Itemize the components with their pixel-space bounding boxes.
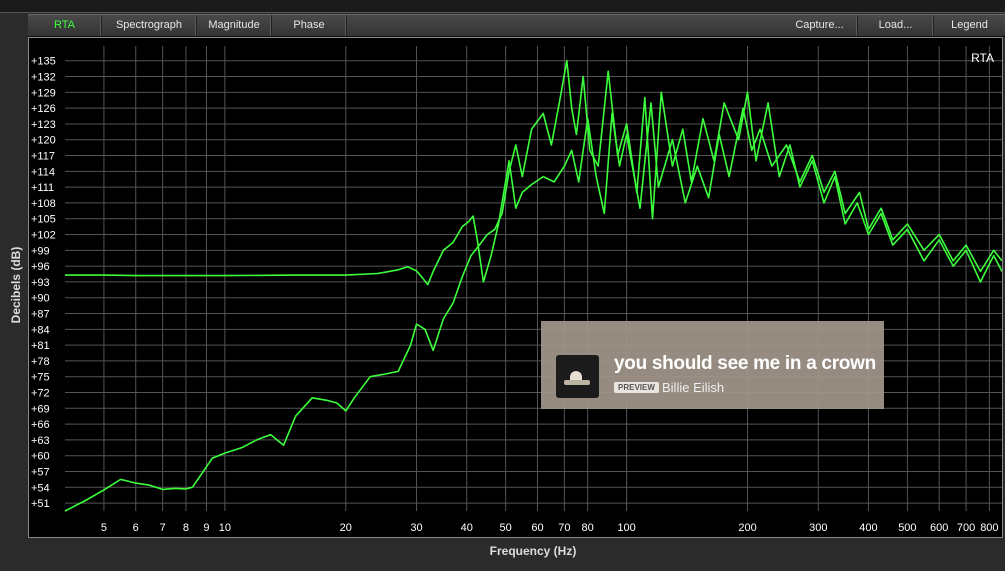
y-tick-label: +99 <box>31 245 50 257</box>
rta-plot[interactable]: +51 +54 +57 +60 +63 +66 +69 +72 +75 +78 +81 +84 +87 +… <box>28 37 1003 538</box>
capture-button[interactable]: Capture... <box>782 15 858 36</box>
y-tick-label: +114 <box>31 166 55 178</box>
y-tick-label: +57 <box>31 467 50 479</box>
tab-magnitude[interactable]: Magnitude <box>197 15 272 36</box>
x-tick-label: 800 <box>980 522 998 534</box>
y-tick-label: +123 <box>31 119 56 131</box>
x-tick-label: 60 <box>531 522 543 534</box>
window-top-strip <box>0 0 1005 13</box>
load-button[interactable]: Load... <box>858 15 934 36</box>
rta-chart-svg: +51 +54 +57 +60 +63 +66 +69 +72 +75 +78 +81 +84 +87 +… <box>31 46 1002 534</box>
x-tick-label: 30 <box>410 522 422 534</box>
y-tick-label: +111 <box>31 182 54 194</box>
rta-series-line <box>64 59 1002 512</box>
y-tick-label: +81 <box>31 340 50 352</box>
y-tick-label: +63 <box>31 435 50 447</box>
legend-button[interactable]: Legend <box>934 15 1005 36</box>
y-tick-label: +54 <box>31 482 50 494</box>
tab-spectrograph[interactable]: Spectrograph <box>102 15 197 36</box>
y-tick-label: +117 <box>31 151 55 163</box>
x-axis-label: Frequency (Hz) <box>489 544 577 558</box>
rta-series-line <box>65 102 1002 286</box>
x-tick-label: 70 <box>558 522 570 534</box>
y-axis-label: Decibels (dB) <box>9 246 23 324</box>
y-tick-label: +102 <box>31 230 56 242</box>
y-tick-label: +135 <box>31 56 56 68</box>
y-tick-label: +120 <box>31 135 56 147</box>
y-tick-label: +72 <box>31 388 50 400</box>
y-tick-label: +126 <box>31 103 56 115</box>
x-tick-label: 7 <box>160 522 166 534</box>
y-tick-label: +105 <box>31 214 56 226</box>
x-tick-label: 100 <box>617 522 635 534</box>
x-tick-label: 5 <box>101 522 107 534</box>
x-tick-label: 80 <box>582 522 594 534</box>
x-tick-label: 6 <box>133 522 139 534</box>
y-tick-label: +51 <box>31 498 50 510</box>
now-playing-notification[interactable]: you should see me in a crown PREVIEW Bil… <box>541 321 884 409</box>
y-tick-label: +93 <box>31 277 50 289</box>
view-tab-bar: RTA Spectrograph Magnitude Phase Capture… <box>28 14 1005 37</box>
tab-rta[interactable]: RTA <box>28 15 102 36</box>
x-tick-label: 50 <box>500 522 512 534</box>
y-tick-label: +132 <box>31 72 56 84</box>
y-tick-label: +75 <box>31 372 50 384</box>
x-tick-label: 20 <box>340 522 352 534</box>
plot-title: RTA <box>971 51 994 65</box>
y-tick-label: +129 <box>31 87 56 99</box>
y-tick-label: +78 <box>31 356 50 368</box>
x-tick-label: 10 <box>219 522 231 534</box>
x-tick-label: 400 <box>859 522 877 534</box>
y-tick-label: +66 <box>31 419 50 431</box>
album-art-base <box>564 380 590 385</box>
x-tick-label: 40 <box>461 522 473 534</box>
x-tick-label: 700 <box>957 522 975 534</box>
song-title: you should see me in a crown <box>614 353 876 374</box>
preview-badge: PREVIEW <box>614 382 659 393</box>
x-tick-label: 500 <box>898 522 916 534</box>
y-tick-label: +69 <box>31 403 50 415</box>
y-tick-label: +90 <box>31 293 50 305</box>
artist-name: Billie Eilish <box>662 380 725 395</box>
x-tick-label: 300 <box>809 522 827 534</box>
album-art <box>556 355 599 398</box>
y-tick-label: +96 <box>31 261 50 273</box>
y-tick-label: +87 <box>31 309 50 321</box>
tab-phase[interactable]: Phase <box>272 15 347 36</box>
x-tick-label: 600 <box>930 522 948 534</box>
x-tick-label: 8 <box>183 522 189 534</box>
x-tick-label: 9 <box>203 522 209 534</box>
x-tick-label: 200 <box>738 522 756 534</box>
y-tick-label: +108 <box>31 198 56 210</box>
y-tick-label: +84 <box>31 324 50 336</box>
y-tick-label: +60 <box>31 451 50 463</box>
